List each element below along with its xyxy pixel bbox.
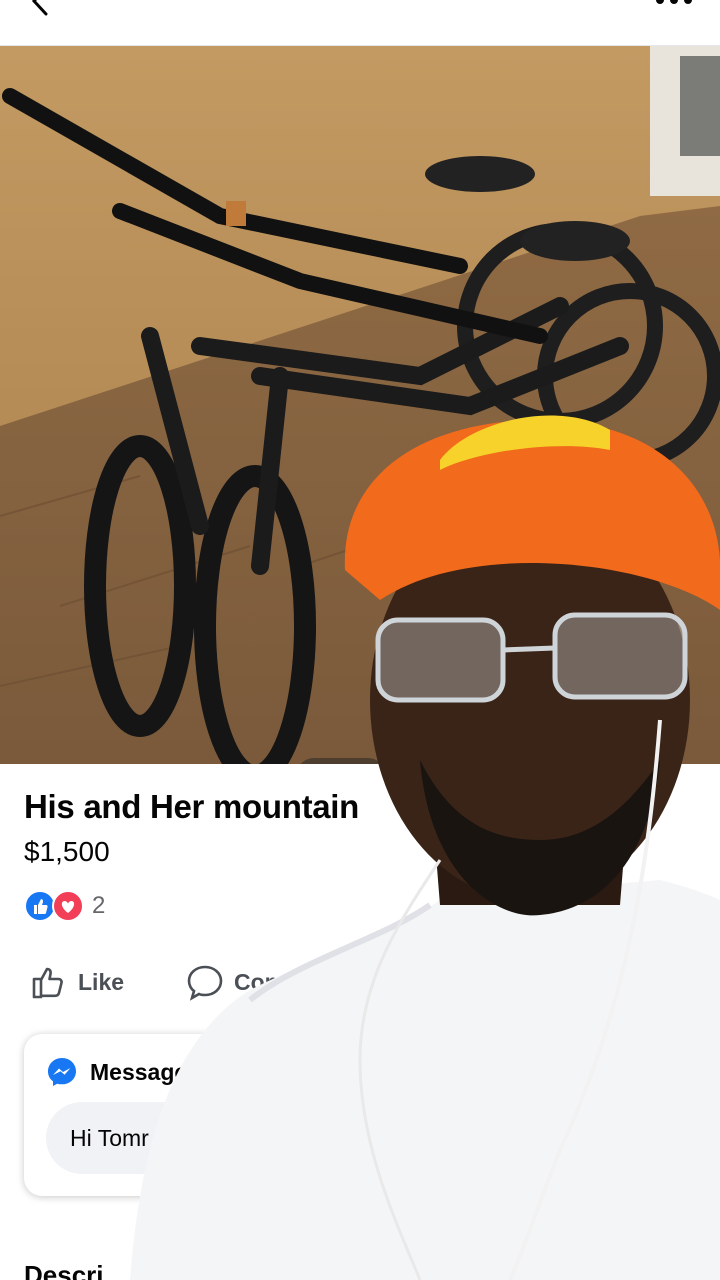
reactions-summary[interactable]: 2: [24, 890, 144, 922]
love-reaction-icon: [52, 890, 84, 922]
listing-price: $1,500: [24, 836, 110, 867]
messenger-icon: [48, 1058, 76, 1086]
bikes-photo-illustration: [0, 46, 720, 764]
action-row: Like Commen: [0, 958, 720, 1006]
message-seller-card: Message s Hi Tomr: [24, 1034, 696, 1196]
message-input-value: Hi Tomr: [70, 1124, 149, 1151]
photo-pager[interactable]: [296, 758, 386, 764]
message-heading: Message s: [90, 1058, 207, 1085]
thumbs-up-icon: [32, 967, 63, 999]
message-input[interactable]: Hi Tomr: [46, 1102, 674, 1174]
reaction-count: 2: [92, 892, 106, 919]
comment-button[interactable]: Commen: [186, 958, 332, 1006]
comment-label: Commen: [234, 968, 333, 995]
chevron-left-icon[interactable]: [26, 0, 56, 16]
like-label: Like: [78, 968, 125, 995]
listing-title: His and Her mountain: [24, 788, 360, 825]
like-button[interactable]: Like: [30, 958, 124, 1006]
top-bar: [0, 0, 720, 46]
listing-photo[interactable]: [0, 46, 720, 764]
comment-bubble-icon: [187, 965, 223, 1001]
more-dots-icon[interactable]: [654, 0, 694, 6]
description-heading: Descri: [24, 1260, 104, 1280]
message-header: Message s: [46, 1056, 206, 1088]
